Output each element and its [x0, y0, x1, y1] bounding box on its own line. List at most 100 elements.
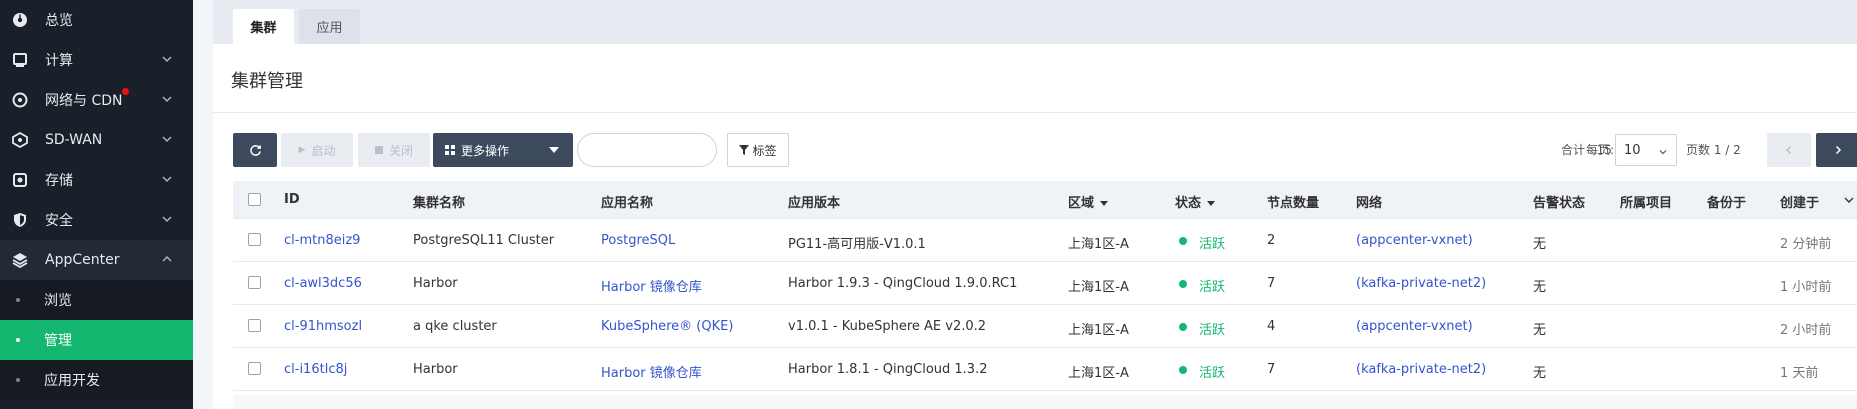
column-header-status-label: 状态	[1175, 196, 1202, 211]
created-time: 2 分钟前	[1780, 237, 1832, 252]
search-input[interactable]	[577, 133, 717, 167]
table-row[interactable]: cl-91hmsozl a qke cluster KubeSphere® (Q…	[233, 305, 1857, 348]
app-name-link[interactable]: KubeSphere® (QKE)	[601, 319, 733, 334]
sidebar-item-network-cdn[interactable]: 网络与 CDN	[0, 80, 193, 120]
network-link[interactable]: (kafka-private-net2)	[1356, 276, 1486, 291]
chevron-down-icon	[162, 176, 172, 183]
sidebar: 总览 计算 网络与 CDN SD-WAN 存储 安全 AppCenter 浏览 …	[0, 0, 193, 409]
start-label: 启动	[311, 143, 336, 158]
table-row[interactable]: cl-awl3dc56 Harbor Harbor 镜像仓库 Harbor 1.…	[233, 262, 1857, 305]
sidebar-item-label: AppCenter	[45, 252, 120, 268]
network-link[interactable]: (appcenter-vxnet)	[1356, 319, 1473, 334]
alert-status: 无	[1533, 323, 1547, 338]
prev-page-button[interactable]	[1767, 133, 1811, 167]
stop-button[interactable]: 关闭	[358, 133, 430, 167]
main-content: 集群 应用 集群管理 ▶ 启动 关闭 更多操作 标签 合计 : 15 10 页数…	[213, 0, 1857, 409]
chevron-down-icon[interactable]	[1844, 196, 1854, 204]
chevron-down-icon	[162, 136, 172, 143]
sidebar-item-label: 计算	[45, 53, 73, 69]
node-count: 2	[1267, 233, 1276, 248]
tab-bar: 集群 应用	[213, 0, 1857, 44]
column-header-cluster-name[interactable]: 集群名称	[413, 192, 465, 211]
refresh-button[interactable]	[233, 133, 277, 167]
tag-label: 标签	[752, 143, 777, 158]
cluster-id-link[interactable]: cl-mtn8eiz9	[284, 233, 360, 248]
app-name-link[interactable]: Harbor 镜像仓库	[601, 362, 702, 381]
app-version: Harbor 1.8.1 - QingCloud 1.3.2	[788, 362, 988, 377]
cluster-name: Harbor	[413, 276, 458, 291]
node-count: 7	[1267, 276, 1276, 291]
network-link[interactable]: (kafka-private-net2)	[1356, 362, 1486, 377]
sidebar-subitem-manage[interactable]: 管理	[0, 320, 193, 360]
status-badge: 活跃	[1199, 366, 1226, 381]
storage-icon	[12, 172, 28, 188]
row-checkbox[interactable]	[248, 233, 261, 246]
chevron-up-icon	[162, 255, 172, 262]
column-header-zone-label: 区域	[1068, 196, 1095, 211]
cluster-id-link[interactable]: cl-i16tlc8j	[284, 362, 347, 377]
node-count: 7	[1267, 362, 1276, 377]
table-row[interactable]: cl-i16tlc8j Harbor Harbor 镜像仓库 Harbor 1.…	[233, 348, 1857, 391]
chevron-down-icon	[162, 96, 172, 103]
column-header-id[interactable]: ID	[284, 192, 300, 207]
column-header-alert-status[interactable]: 告警状态	[1533, 192, 1585, 211]
next-page-button[interactable]	[1816, 133, 1857, 167]
sidebar-item-label: 安全	[45, 213, 73, 229]
network-link[interactable]: (appcenter-vxnet)	[1356, 233, 1473, 248]
select-all-checkbox[interactable]	[248, 193, 261, 206]
sidebar-subitem-browse[interactable]: 浏览	[0, 280, 193, 320]
row-checkbox[interactable]	[248, 319, 261, 332]
column-header-backup[interactable]: 备份于	[1707, 192, 1746, 211]
play-icon: ▶	[298, 145, 306, 155]
start-button[interactable]: ▶ 启动	[281, 133, 353, 167]
network-icon	[12, 92, 28, 108]
tag-filter-button[interactable]: 标签	[727, 133, 789, 167]
status-dot	[1179, 280, 1187, 288]
column-header-node-count[interactable]: 节点数量	[1267, 192, 1319, 211]
alert-status: 无	[1533, 237, 1547, 252]
per-page-select[interactable]: 10	[1615, 134, 1677, 166]
column-header-zone[interactable]: 区域	[1068, 192, 1109, 211]
cluster-id-link[interactable]: cl-91hmsozl	[284, 319, 362, 334]
sidebar-subitem-app-dev[interactable]: 应用开发	[0, 360, 193, 400]
monitor-icon	[12, 52, 28, 68]
column-header-status[interactable]: 状态	[1175, 192, 1216, 211]
cluster-id-link[interactable]: cl-awl3dc56	[284, 276, 362, 291]
sort-down-icon	[1100, 201, 1109, 206]
tab-clusters[interactable]: 集群	[233, 9, 294, 44]
sidebar-item-security[interactable]: 安全	[0, 200, 193, 240]
column-header-project[interactable]: 所属项目	[1620, 192, 1672, 211]
sidebar-item-overview[interactable]: 总览	[0, 0, 193, 40]
sidebar-item-label: 网络与 CDN	[45, 93, 123, 109]
app-version: v1.0.1 - KubeSphere AE v2.0.2	[788, 319, 987, 334]
sidebar-subitem-label: 浏览	[44, 293, 72, 309]
chevron-left-icon	[1785, 145, 1792, 155]
sidebar-item-compute[interactable]: 计算	[0, 40, 193, 80]
sidebar-item-sdwan[interactable]: SD-WAN	[0, 120, 193, 160]
more-actions-dropdown[interactable]: 更多操作	[433, 133, 573, 167]
column-header-app-name[interactable]: 应用名称	[601, 192, 653, 211]
app-name-link[interactable]: PostgreSQL	[601, 233, 675, 248]
column-header-network[interactable]: 网络	[1356, 192, 1382, 211]
row-checkbox[interactable]	[248, 276, 261, 289]
alert-status: 无	[1533, 280, 1547, 295]
column-header-created[interactable]: 创建于	[1780, 192, 1819, 211]
chevron-down-icon	[162, 56, 172, 63]
created-time: 1 天前	[1780, 366, 1819, 381]
dashboard-icon	[12, 12, 28, 28]
chevron-down-icon	[162, 216, 172, 223]
tab-apps[interactable]: 应用	[299, 9, 360, 44]
sidebar-item-appcenter[interactable]: AppCenter	[0, 240, 193, 280]
app-name-link[interactable]: Harbor 镜像仓库	[601, 276, 702, 295]
sidebar-item-storage[interactable]: 存储	[0, 160, 193, 200]
divider	[213, 112, 1857, 113]
grid-icon	[445, 145, 455, 155]
sidebar-item-label: 存储	[45, 173, 73, 189]
row-checkbox[interactable]	[248, 362, 261, 375]
table-row[interactable]: cl-mtn8eiz9 PostgreSQL11 Cluster Postgre…	[233, 219, 1857, 262]
status-dot	[1179, 323, 1187, 331]
status-badge: 活跃	[1199, 280, 1226, 295]
column-header-app-version[interactable]: 应用版本	[788, 192, 840, 211]
created-time: 1 小时前	[1780, 280, 1832, 295]
alert-status: 无	[1533, 366, 1547, 381]
